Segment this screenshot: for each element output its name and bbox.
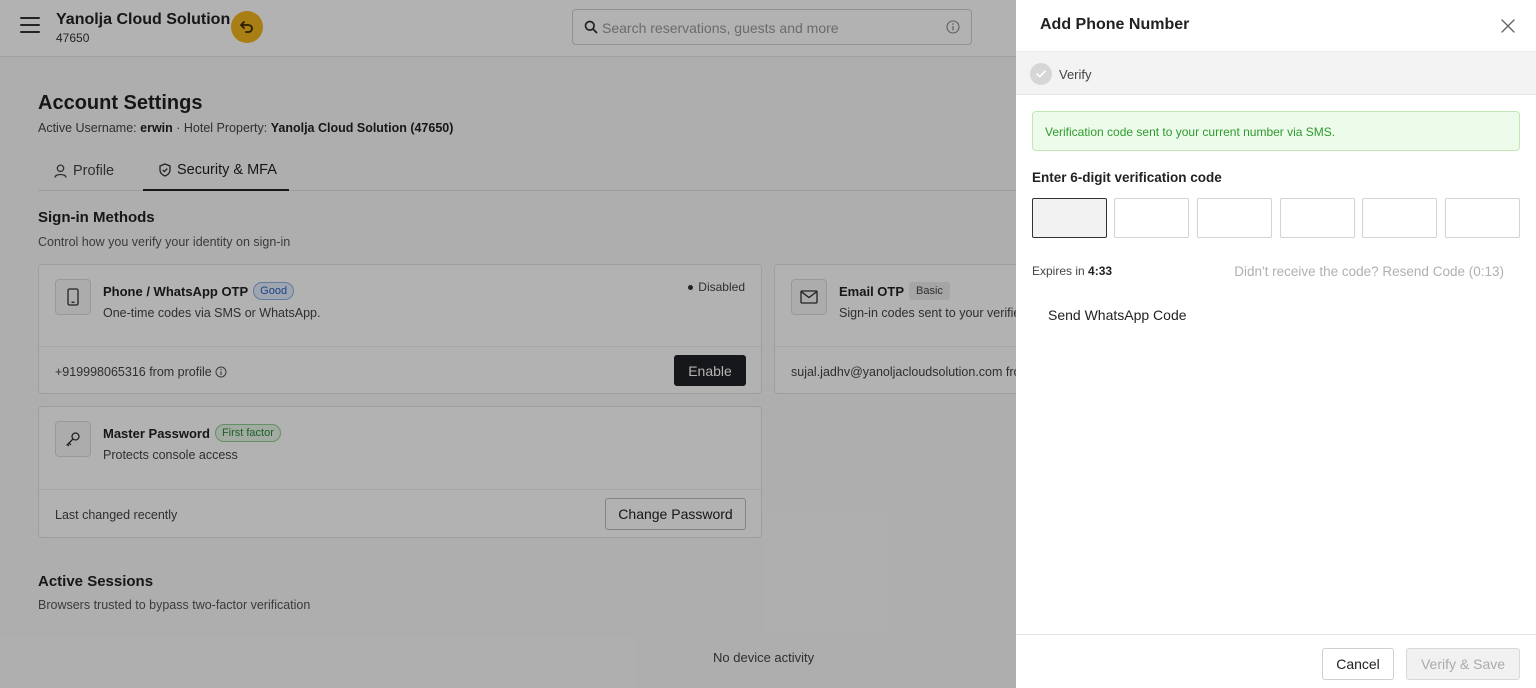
sms-sent-alert: Verification code sent to your current n… [1032, 111, 1520, 151]
otp-digit-2[interactable] [1114, 198, 1189, 238]
check-icon [1030, 63, 1052, 85]
step-label-verify: Verify [1059, 67, 1092, 82]
cancel-button[interactable]: Cancel [1322, 648, 1394, 680]
otp-digit-3[interactable] [1197, 198, 1272, 238]
verify-save-button[interactable]: Verify & Save [1406, 648, 1520, 680]
expires-time: 4:33 [1088, 264, 1113, 278]
expires-timer: Expires in 4:33 [1032, 264, 1113, 278]
code-label: Enter 6-digit verification code [1032, 170, 1222, 185]
otp-digit-6[interactable] [1445, 198, 1520, 238]
add-phone-drawer: Add Phone Number Verify Verification cod… [1016, 0, 1536, 688]
drawer-title: Add Phone Number [1040, 16, 1190, 33]
resend-code-link[interactable]: Didn't receive the code? Resend Code (0:… [1234, 264, 1504, 279]
drawer-footer: Cancel Verify & Save [1016, 634, 1536, 688]
otp-digit-5[interactable] [1362, 198, 1437, 238]
otp-digit-4[interactable] [1280, 198, 1355, 238]
send-whatsapp-code-button[interactable]: Send WhatsApp Code [1036, 300, 1199, 330]
step-indicator: Verify [1016, 51, 1536, 95]
otp-digit-1[interactable] [1032, 198, 1107, 238]
close-icon[interactable] [1500, 18, 1516, 34]
modal-backdrop[interactable] [0, 0, 1016, 688]
